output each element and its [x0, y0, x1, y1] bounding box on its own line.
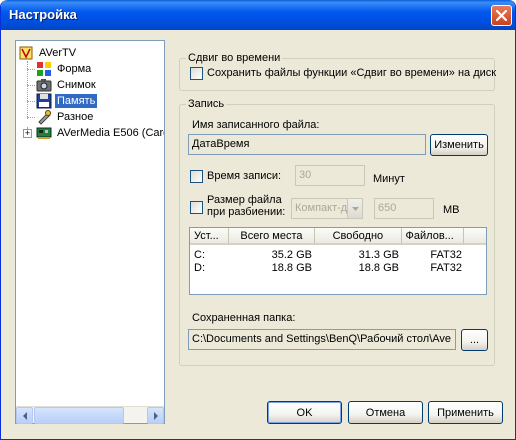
form-icon: [37, 62, 51, 76]
tree-horizontal-scrollbar[interactable]: [16, 406, 164, 424]
floppy-disk-icon: [36, 93, 52, 109]
window-title: Настройка: [9, 7, 77, 22]
save-timeshift-label: Сохранить файлы функции «Сдвиг во времен…: [207, 67, 497, 79]
ok-button[interactable]: OK: [267, 401, 342, 424]
settings-tree[interactable]: AVerTV Форма Снимок Память Разное + AVer…: [15, 40, 165, 424]
record-time-unit: Минут: [373, 173, 405, 185]
record-group-title: Запись: [186, 98, 227, 110]
split-size-unit: МВ: [443, 204, 460, 216]
arrow-right-icon: [153, 411, 158, 420]
change-filename-button[interactable]: Изменить: [430, 134, 488, 156]
split-size-select[interactable]: Компакт-д: [291, 198, 363, 219]
split-size-label-line1: Размер файла: [207, 194, 282, 206]
filename-field[interactable]: ДатаВремя: [188, 134, 426, 155]
browse-folder-button[interactable]: ...: [461, 329, 488, 351]
close-icon: [496, 10, 507, 21]
column-free[interactable]: Свободно: [315, 228, 402, 245]
record-time-field[interactable]: 30: [295, 165, 365, 186]
title-bar[interactable]: Настройка: [1, 0, 515, 30]
scroll-left-button[interactable]: [16, 407, 33, 424]
split-size-label-line2: при разбиении:: [207, 206, 286, 218]
misc-icon: [38, 110, 51, 125]
tree-item-raznoe[interactable]: Разное: [36, 109, 95, 125]
scroll-right-button[interactable]: [147, 407, 164, 424]
tree-item-pamyat[interactable]: Память: [36, 93, 98, 109]
record-time-label: Время записи:: [207, 170, 282, 182]
scroll-thumb[interactable]: [34, 407, 124, 424]
tree-item-avertv[interactable]: AVerTV: [18, 45, 78, 61]
cancel-button[interactable]: Отмена: [348, 401, 423, 424]
save-timeshift-checkbox[interactable]: [190, 67, 203, 80]
timeshift-group-title: Сдвиг во времени: [186, 52, 283, 64]
column-device[interactable]: Уст...: [190, 228, 229, 245]
settings-dialog: Настройка AVerTV Форма Снимок Память Раз…: [0, 0, 516, 440]
tree-item-device[interactable]: AVerMedia E506 (Card: [36, 125, 164, 141]
split-size-field[interactable]: 650: [374, 198, 434, 219]
record-time-checkbox[interactable]: [190, 170, 203, 183]
tuner-card-icon: [36, 127, 52, 139]
camera-icon: [36, 79, 52, 92]
apply-button[interactable]: Применить: [428, 401, 503, 424]
tree-item-forma[interactable]: Форма: [36, 61, 93, 77]
column-total[interactable]: Всего места: [228, 228, 316, 245]
save-folder-field[interactable]: C:\Documents and Settings\BenQ\Рабочий с…: [188, 329, 456, 350]
arrow-left-icon: [22, 411, 27, 420]
close-button[interactable]: [491, 5, 512, 26]
drive-list[interactable]: Уст... Всего места Свободно Файлов... C:…: [189, 227, 487, 295]
chevron-down-icon: [351, 206, 359, 211]
column-filesystem[interactable]: Файлов...: [401, 228, 465, 245]
save-folder-label: Сохраненная папка:: [192, 312, 296, 324]
filename-label: Имя записанного файла:: [192, 119, 320, 131]
avertv-icon: [19, 46, 33, 60]
split-size-checkbox[interactable]: [190, 201, 203, 214]
tree-item-snimok[interactable]: Снимок: [36, 77, 98, 93]
table-row[interactable]: D: 18.8 GB 18.8 GB FAT32: [190, 262, 466, 275]
drive-list-header: Уст... Всего места Свободно Файлов...: [190, 228, 486, 245]
table-row[interactable]: C: 35.2 GB 31.3 GB FAT32: [190, 249, 466, 262]
tree-expand-button[interactable]: +: [23, 129, 32, 138]
